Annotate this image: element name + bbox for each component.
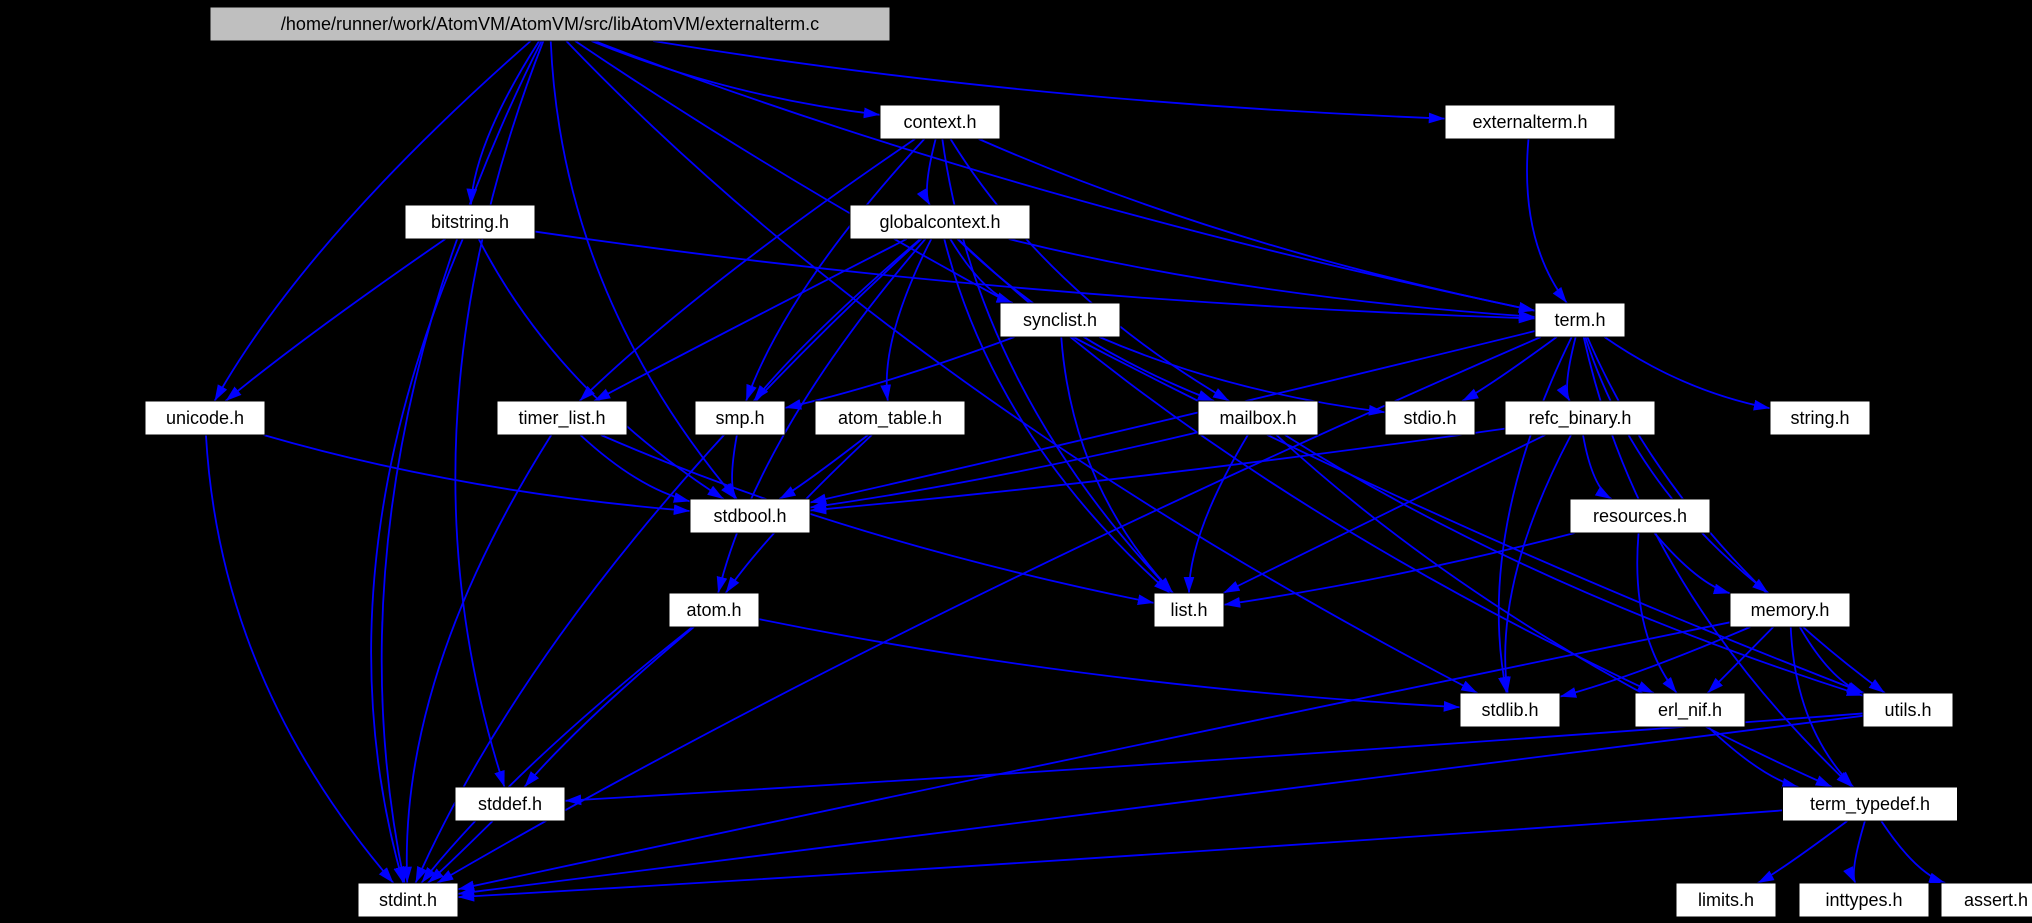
edge-context-to-globalctx [927, 139, 936, 205]
node-externalterm[interactable]: externalterm.h [1445, 105, 1615, 139]
node-unicode[interactable]: unicode.h [145, 401, 265, 435]
edge-root-to-term [594, 41, 1535, 311]
node-root[interactable]: /home/runner/work/AtomVM/AtomVM/src/libA… [210, 7, 890, 41]
node-box [145, 401, 265, 435]
edge-utils-to-stdint [458, 716, 1863, 894]
edge-stddef-to-stdint [428, 821, 493, 883]
node-utils[interactable]: utils.h [1863, 693, 1953, 727]
node-inttypes[interactable]: inttypes.h [1799, 883, 1929, 917]
node-box [210, 7, 890, 41]
node-box [1460, 693, 1560, 727]
edge-atom-to-stdlib [759, 619, 1460, 707]
edge-atom-to-stdint [421, 627, 692, 883]
node-resources[interactable]: resources.h [1570, 499, 1710, 533]
node-box [1000, 303, 1120, 337]
node-context[interactable]: context.h [880, 105, 1000, 139]
node-termtypedef[interactable]: term_typedef.h [1783, 787, 1958, 821]
edge-resources-to-list [1224, 533, 1575, 605]
edge-mailbox-to-list [1189, 435, 1248, 593]
node-box [1676, 883, 1776, 917]
edge-root-to-externalterm [653, 41, 1445, 119]
node-box [1445, 105, 1615, 139]
edge-refcbinary-to-list [1223, 435, 1545, 593]
node-box [850, 205, 1030, 239]
edge-memory-to-termtypedef [1791, 627, 1854, 787]
edge-refcbinary-to-resources [1583, 435, 1612, 499]
edge-termtypedef-to-limits [1758, 821, 1847, 883]
node-box [669, 593, 759, 627]
node-box [358, 883, 458, 917]
edge-memory-to-erlnif [1708, 627, 1774, 693]
edge-term-to-string [1604, 337, 1770, 408]
node-box [1770, 401, 1870, 435]
node-box [1154, 593, 1224, 627]
node-assert[interactable]: assert.h [1941, 883, 2032, 917]
edge-globalctx-to-stdint [416, 239, 922, 883]
edge-context-to-timerlist [580, 139, 915, 401]
node-box [1783, 787, 1958, 821]
node-erlnif[interactable]: erl_nif.h [1635, 693, 1745, 727]
edge-memory-to-utils [1800, 627, 1863, 693]
node-stddef[interactable]: stddef.h [455, 787, 565, 821]
edge-mailbox-to-stdbool [810, 432, 1198, 507]
edge-mailbox-to-utils [1285, 435, 1863, 696]
edge-term-to-stdio [1462, 337, 1557, 401]
node-stdio[interactable]: stdio.h [1385, 401, 1475, 435]
node-box [1863, 693, 1953, 727]
node-box [815, 401, 965, 435]
edge-synclist-to-smp [785, 337, 1014, 408]
node-box [880, 105, 1000, 139]
node-stdint[interactable]: stdint.h [358, 883, 458, 917]
edge-termtypedef-to-stdint [458, 810, 1783, 897]
edge-term-to-memory [1585, 337, 1768, 593]
node-box [695, 401, 785, 435]
edge-termtypedef-to-inttypes [1854, 821, 1865, 883]
node-limits[interactable]: limits.h [1676, 883, 1776, 917]
node-box [455, 787, 565, 821]
node-stdbool[interactable]: stdbool.h [690, 499, 810, 533]
node-box [1799, 883, 1929, 917]
node-term[interactable]: term.h [1535, 303, 1625, 337]
node-box [405, 205, 535, 239]
node-box [1635, 693, 1745, 727]
node-atomtable[interactable]: atom_table.h [815, 401, 965, 435]
edge-unicode-to-stdint [206, 435, 393, 883]
node-box [1505, 401, 1655, 435]
node-smp[interactable]: smp.h [695, 401, 785, 435]
node-list[interactable]: list.h [1154, 593, 1224, 627]
edge-globalctx-to-list [944, 239, 1169, 593]
node-globalctx[interactable]: globalcontext.h [850, 205, 1030, 239]
node-stdlib[interactable]: stdlib.h [1460, 693, 1560, 727]
edge-externalterm-to-term [1527, 139, 1567, 303]
node-box [1941, 883, 2032, 917]
node-synclist[interactable]: synclist.h [1000, 303, 1120, 337]
node-box [1385, 401, 1475, 435]
edge-term-to-refcbinary [1567, 337, 1576, 401]
edge-bitstring-to-stdint [371, 239, 463, 883]
node-box [1570, 499, 1710, 533]
node-box [1730, 593, 1850, 627]
node-string[interactable]: string.h [1770, 401, 1870, 435]
node-box [690, 499, 810, 533]
node-refcbinary[interactable]: refc_binary.h [1505, 401, 1655, 435]
edge-root-to-stdint [382, 41, 542, 883]
node-atom[interactable]: atom.h [669, 593, 759, 627]
edge-refcbinary-to-stdlib [1505, 435, 1571, 693]
node-memory[interactable]: memory.h [1730, 593, 1850, 627]
edge-atomtable-to-stdbool [779, 435, 868, 499]
edge-root-to-context [592, 41, 880, 115]
node-box [1198, 401, 1318, 435]
node-box [497, 401, 627, 435]
edge-termtypedef-to-assert [1881, 821, 1945, 883]
node-timerlist[interactable]: timer_list.h [497, 401, 627, 435]
edge-erlnif-to-termtypedef [1708, 727, 1798, 787]
node-box [1535, 303, 1625, 337]
node-mailbox[interactable]: mailbox.h [1198, 401, 1318, 435]
edge-context-to-term [979, 139, 1535, 311]
node-bitstring[interactable]: bitstring.h [405, 205, 535, 239]
